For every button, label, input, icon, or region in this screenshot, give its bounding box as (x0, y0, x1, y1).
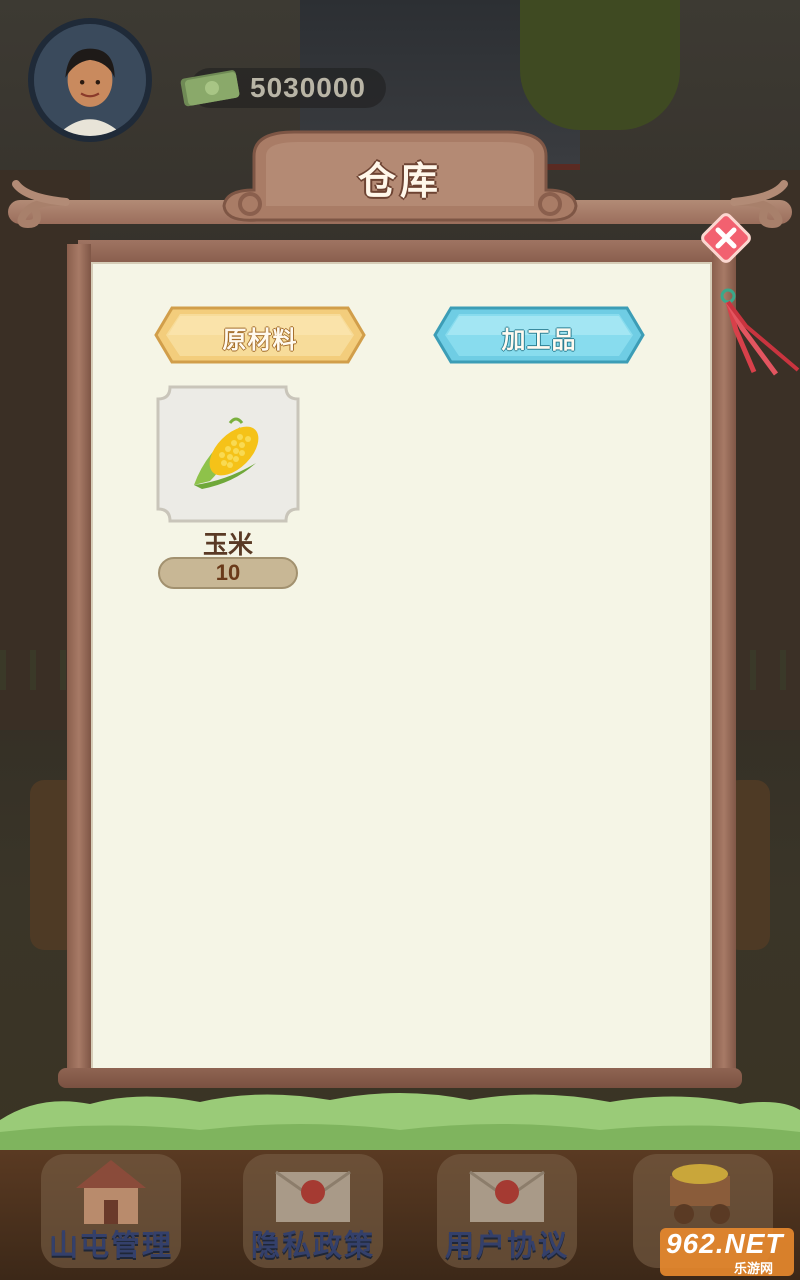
grass-decoration (0, 1093, 800, 1156)
close-button[interactable] (698, 210, 754, 266)
nav-label: 山屯管理 (48, 1228, 173, 1262)
tab-raw-materials[interactable]: 原材料 (154, 304, 366, 366)
item-name: 玉米 (202, 530, 253, 559)
corn-icon (194, 417, 259, 489)
envelope-icon (275, 1170, 351, 1222)
cash-icon (180, 70, 240, 107)
panel-title: 仓库 (357, 159, 442, 203)
watermark-subtext: 乐游网 (734, 1262, 774, 1277)
inventory-item[interactable]: 玉米 10 (156, 385, 300, 591)
money-value: 5030000 (250, 72, 367, 103)
inventory-paper (91, 262, 712, 1070)
tassel-decoration (720, 288, 800, 376)
close-icon (701, 213, 751, 263)
nav-village-management[interactable]: 山屯管理 (36, 1150, 186, 1280)
tab-processed-goods-label: 加工品 (501, 326, 577, 354)
tree (520, 0, 680, 130)
nav-label: 隐私政策 (250, 1228, 375, 1262)
tab-raw-materials-label: 原材料 (222, 326, 298, 354)
item-count: 10 (215, 560, 241, 585)
nav-privacy-policy[interactable]: 隐私政策 (238, 1150, 388, 1280)
nav-label: 用户协议 (444, 1228, 569, 1262)
nav-user-agreement[interactable]: 用户协议 (432, 1150, 582, 1280)
cart-icon (670, 1164, 730, 1224)
scroll-ornament-icon (12, 180, 70, 228)
player-avatar[interactable] (28, 18, 152, 142)
avatar-portrait-icon (34, 24, 146, 136)
house-icon (76, 1160, 146, 1224)
watermark-text: 962.NET (666, 1228, 784, 1259)
tab-processed-goods[interactable]: 加工品 (433, 304, 645, 366)
envelope-icon (469, 1170, 545, 1222)
panel-left-post (67, 244, 91, 1084)
panel-lower-beam (78, 240, 722, 262)
